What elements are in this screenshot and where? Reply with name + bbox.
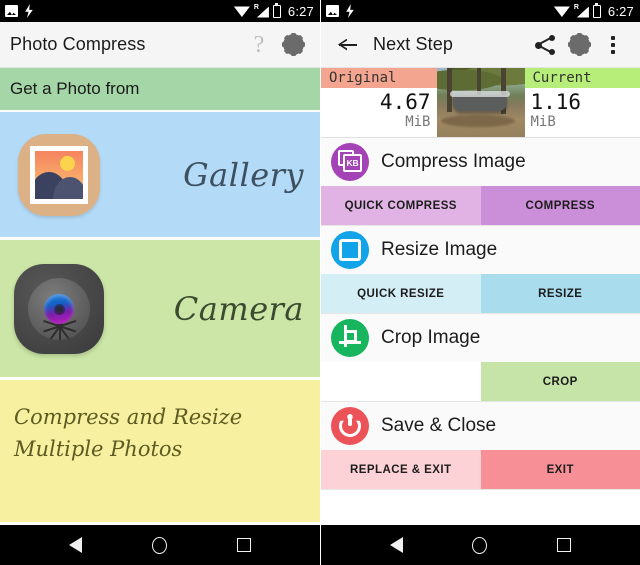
- action-crop-buttons: CROP: [321, 362, 640, 401]
- action-resize-header: Resize Image: [321, 226, 640, 274]
- camera-icon: [14, 263, 104, 354]
- current-unit: MiB: [530, 114, 556, 131]
- status-left-icons: [5, 4, 34, 18]
- right-phone-screen: R 6:27 Next Step Original 4.67 MiB Curre…: [320, 0, 640, 565]
- overflow-menu-button[interactable]: [596, 28, 630, 62]
- resize-icon: [331, 231, 369, 269]
- recents-nav-icon[interactable]: [237, 538, 251, 552]
- roaming-label: R: [573, 3, 579, 11]
- overflow-menu-icon: [611, 35, 615, 54]
- right-content: Original 4.67 MiB Current 1.16 MiB KB Co…: [321, 68, 640, 525]
- promo-text: Compress and Resize Multiple Photos: [14, 405, 243, 461]
- action-compress-title: Compress Image: [381, 151, 526, 172]
- settings-button-right[interactable]: [562, 28, 596, 62]
- option-gallery-label: Gallery: [183, 155, 304, 194]
- crop-icon: [331, 319, 369, 357]
- compress-kb-icon: KB: [331, 143, 369, 181]
- help-button[interactable]: ?: [242, 28, 276, 62]
- crop-button[interactable]: CROP: [480, 362, 640, 401]
- original-unit: MiB: [405, 114, 431, 131]
- status-clock: 6:27: [607, 3, 634, 19]
- option-camera-label: Camera: [173, 289, 304, 328]
- back-arrow-icon: [337, 36, 359, 54]
- action-save-title: Save & Close: [381, 415, 497, 436]
- action-resize-buttons: QUICK RESIZE RESIZE: [321, 274, 640, 313]
- action-resize: Resize Image QUICK RESIZE RESIZE: [321, 226, 640, 314]
- roaming-label: R: [253, 3, 259, 11]
- screenshot-icon: [326, 5, 339, 17]
- share-icon: [535, 34, 555, 55]
- charging-bolt-icon: [346, 4, 354, 18]
- status-right-icons-right: R 6:27: [553, 2, 634, 19]
- exit-button[interactable]: EXIT: [480, 450, 640, 489]
- power-icon: [331, 407, 369, 445]
- settings-button-left[interactable]: [276, 28, 310, 62]
- left-content: Get a Photo from Gallery Camera Compress…: [0, 68, 320, 525]
- quick-resize-button[interactable]: QUICK RESIZE: [321, 274, 481, 313]
- promo-banner: Compress and Resize Multiple Photos: [0, 380, 320, 525]
- action-crop: Crop Image CROP: [321, 314, 640, 402]
- nav-bar-left: [0, 525, 320, 565]
- action-resize-title: Resize Image: [381, 239, 498, 260]
- dual-screenshot: R 6:27 Photo Compress ? Get a Photo from…: [0, 0, 640, 565]
- cell-signal-roaming-icon: R: [573, 3, 589, 18]
- cell-signal-roaming-icon: R: [253, 3, 269, 18]
- compress-button[interactable]: COMPRESS: [480, 186, 640, 225]
- action-compress-header: KB Compress Image: [321, 138, 640, 186]
- section-header-get-photo: Get a Photo from: [0, 68, 320, 112]
- nav-bar-right: [321, 525, 640, 565]
- app-bar-right: Next Step: [321, 22, 640, 68]
- action-crop-header: Crop Image: [321, 314, 640, 362]
- battery-icon: [592, 2, 601, 18]
- original-value: 4.67: [379, 90, 431, 114]
- original-label: Original: [321, 68, 437, 88]
- left-phone-screen: R 6:27 Photo Compress ? Get a Photo from…: [0, 0, 320, 565]
- recents-nav-icon[interactable]: [557, 538, 572, 552]
- action-crop-title: Crop Image: [381, 327, 481, 348]
- action-save-header: Save & Close: [321, 402, 640, 450]
- crop-button-placeholder: [321, 362, 481, 401]
- home-nav-icon[interactable]: [472, 536, 488, 554]
- page-title-right: Next Step: [373, 34, 453, 54]
- compress-kb-label: KB: [343, 154, 362, 172]
- current-label: Current: [524, 68, 640, 88]
- status-clock: 6:27: [287, 3, 314, 19]
- back-nav-icon[interactable]: [69, 537, 82, 553]
- action-save-buttons: REPLACE & EXIT EXIT: [321, 450, 640, 489]
- home-nav-icon[interactable]: [152, 536, 167, 554]
- gallery-icon: [18, 133, 100, 216]
- status-right-icons: R 6:27: [233, 2, 314, 19]
- action-compress-buttons: QUICK COMPRESS COMPRESS: [321, 186, 640, 225]
- option-camera[interactable]: Camera: [0, 240, 320, 380]
- charging-bolt-icon: [25, 4, 33, 18]
- action-save-close: Save & Close REPLACE & EXIT EXIT: [321, 402, 640, 490]
- current-value: 1.16: [530, 90, 582, 114]
- option-gallery[interactable]: Gallery: [0, 112, 320, 240]
- status-left-icons-right: [326, 4, 355, 18]
- battery-icon: [272, 2, 281, 18]
- back-button[interactable]: [331, 28, 365, 62]
- current-size-block: Current 1.16 MiB: [524, 68, 640, 137]
- app-bar-left: Photo Compress ?: [0, 22, 320, 68]
- status-bar-right: R 6:27: [321, 0, 640, 22]
- screenshot-icon: [5, 5, 18, 17]
- gear-icon: [281, 33, 305, 56]
- gear-icon: [567, 33, 591, 56]
- page-title: Photo Compress: [10, 34, 146, 54]
- replace-and-exit-button[interactable]: REPLACE & EXIT: [321, 450, 481, 489]
- back-nav-icon[interactable]: [389, 537, 403, 553]
- quick-compress-button[interactable]: QUICK COMPRESS: [321, 186, 481, 225]
- resize-button[interactable]: RESIZE: [480, 274, 640, 313]
- wifi-icon: [553, 6, 570, 17]
- image-thumbnail[interactable]: [436, 68, 525, 137]
- help-icon: ?: [253, 31, 265, 58]
- original-size-block: Original 4.67 MiB: [321, 68, 437, 137]
- size-comparison-bar: Original 4.67 MiB Current 1.16 MiB: [321, 68, 640, 138]
- wifi-icon: [233, 6, 250, 17]
- status-bar-left: R 6:27: [0, 0, 320, 22]
- action-compress: KB Compress Image QUICK COMPRESS COMPRES…: [321, 138, 640, 226]
- share-button[interactable]: [528, 28, 562, 62]
